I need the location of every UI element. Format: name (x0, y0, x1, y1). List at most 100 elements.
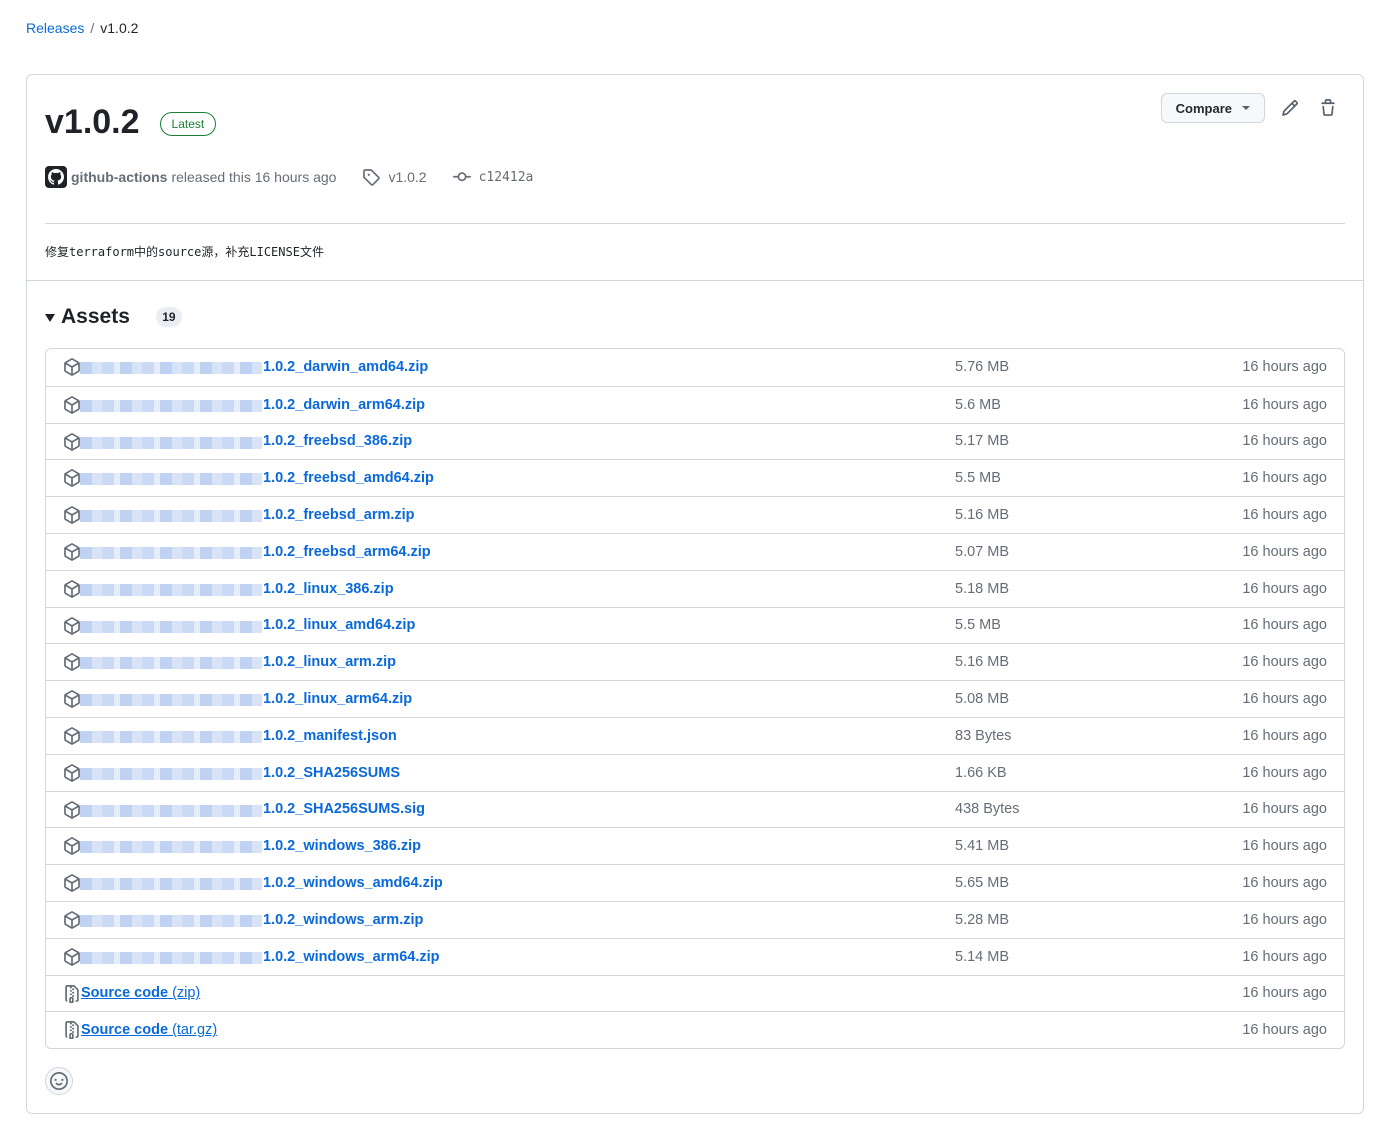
asset-download-link[interactable]: 1.0.2_freebsd_386.zip (263, 433, 412, 449)
triangle-down-icon (45, 314, 55, 322)
add-reaction-button[interactable] (45, 1067, 73, 1095)
asset-row: 1.0.2_SHA256SUMS.sig 438 Bytes 16 hours ag… (46, 790, 1344, 828)
source-format: (zip) (172, 985, 201, 1002)
smiley-icon (50, 1072, 68, 1090)
redacted-prefix (80, 546, 262, 559)
source-download-link[interactable]: Source code (tar.gz) (81, 1022, 217, 1038)
file-zip-icon (65, 984, 79, 1003)
asset-time: 16 hours ago (1242, 985, 1327, 1002)
source-format: (tar.gz) (172, 1022, 218, 1039)
asset-download-link[interactable]: 1.0.2_manifest.json (263, 728, 397, 744)
asset-download-link[interactable]: 1.0.2_freebsd_arm64.zip (263, 544, 431, 560)
release-title[interactable]: v1.0.2 (45, 101, 140, 143)
asset-download-link[interactable]: 1.0.2_linux_amd64.zip (263, 617, 415, 633)
tag-icon (363, 169, 381, 186)
breadcrumb-current: v1.0.2 (100, 20, 139, 36)
source-row: Source code (zip) 16 hours ago (46, 974, 1344, 1012)
package-icon (64, 432, 80, 451)
release-card: v1.0.2 Latest Compare github-actions rel… (26, 74, 1364, 1114)
release-tag[interactable]: v1.0.2 (362, 168, 427, 186)
asset-download-link[interactable]: 1.0.2_freebsd_arm.zip (263, 507, 415, 523)
redacted-prefix (80, 657, 262, 670)
asset-size: 5.5 MB (955, 470, 1001, 487)
source-label: Source code (81, 985, 169, 1002)
git-commit-icon (452, 172, 471, 182)
package-icon (64, 358, 80, 376)
asset-row: 1.0.2_windows_arm64.zip 5.14 MB 16 hours a… (46, 937, 1344, 975)
asset-download-link[interactable]: 1.0.2_linux_arm.zip (263, 654, 396, 670)
asset-download-link[interactable]: 1.0.2_windows_arm.zip (263, 912, 423, 928)
edit-release-button[interactable] (1277, 95, 1303, 121)
asset-row: 1.0.2_linux_386.zip 5.18 MB 16 hours ago (46, 569, 1344, 607)
asset-row: 1.0.2_darwin_amd64.zip 5.76 MB 16 hours ag… (46, 349, 1344, 386)
asset-size: 1.66 KB (955, 764, 1007, 781)
asset-size: 5.07 MB (955, 543, 1009, 560)
asset-size: 83 Bytes (955, 727, 1012, 744)
package-icon (64, 653, 80, 672)
asset-size: 5.28 MB (955, 911, 1009, 928)
asset-time: 16 hours ago (1242, 654, 1327, 671)
avatar[interactable] (45, 166, 67, 188)
redacted-prefix (80, 436, 262, 449)
asset-size: 5.17 MB (955, 433, 1009, 450)
pencil-icon (1282, 100, 1298, 116)
asset-row: 1.0.2_linux_arm64.zip 5.08 MB 16 hours ago (46, 680, 1344, 717)
asset-row: 1.0.2_windows_386.zip 5.41 MB 16 hours ago (46, 827, 1344, 864)
source-row: Source code (tar.gz) 16 hours ago (46, 1011, 1344, 1048)
redacted-prefix (80, 767, 262, 780)
redacted-prefix (80, 399, 262, 412)
asset-download-link[interactable]: 1.0.2_SHA256SUMS (263, 765, 400, 781)
package-icon (64, 616, 80, 635)
file-zip-icon (65, 1021, 79, 1040)
package-icon (64, 727, 80, 745)
asset-list: 1.0.2_darwin_amd64.zip 5.76 MB 16 hours ag… (45, 348, 1345, 1050)
package-icon (64, 543, 80, 561)
asset-size: 5.76 MB (955, 359, 1009, 376)
package-icon (64, 690, 80, 708)
package-icon (64, 800, 80, 819)
asset-download-link[interactable]: 1.0.2_linux_arm64.zip (263, 691, 412, 707)
delete-release-button[interactable] (1315, 95, 1341, 121)
asset-row: 1.0.2_windows_arm.zip 5.28 MB 16 hours ago (46, 900, 1344, 938)
assets-title: Assets (61, 305, 130, 328)
assets-divider (27, 280, 1363, 281)
redacted-prefix (80, 804, 262, 817)
asset-row: 1.0.2_freebsd_386.zip 5.17 MB 16 hours ago (46, 422, 1344, 460)
asset-time: 16 hours ago (1242, 617, 1327, 634)
asset-time: 16 hours ago (1242, 433, 1327, 450)
compare-button[interactable]: Compare (1160, 93, 1265, 123)
asset-download-link[interactable]: 1.0.2_darwin_amd64.zip (263, 359, 428, 375)
asset-size: 5.14 MB (955, 948, 1009, 965)
asset-download-link[interactable]: 1.0.2_windows_amd64.zip (263, 875, 443, 891)
asset-download-link[interactable]: 1.0.2_SHA256SUMS.sig (263, 801, 425, 817)
asset-time: 16 hours ago (1242, 543, 1327, 560)
release-author[interactable]: github-actions (71, 169, 167, 185)
release-tag-label: v1.0.2 (388, 169, 427, 185)
redacted-prefix (80, 510, 262, 523)
package-icon (64, 506, 80, 525)
asset-download-link[interactable]: 1.0.2_darwin_arm64.zip (263, 397, 425, 413)
asset-download-link[interactable]: 1.0.2_windows_arm64.zip (263, 949, 440, 965)
redacted-prefix (80, 694, 262, 707)
redacted-prefix (80, 620, 262, 633)
breadcrumb-releases-link[interactable]: Releases (26, 18, 84, 38)
asset-time: 16 hours ago (1242, 838, 1327, 855)
asset-row: 1.0.2_freebsd_arm.zip 5.16 MB 16 hours ago (46, 496, 1344, 533)
asset-row: 1.0.2_freebsd_amd64.zip 5.5 MB 16 hours ag… (46, 459, 1344, 496)
assets-toggle[interactable]: Assets 19 (45, 303, 182, 331)
asset-row: 1.0.2_manifest.json 83 Bytes 16 hours ago (46, 716, 1344, 754)
redacted-prefix (80, 473, 262, 486)
latest-badge: Latest (159, 112, 217, 136)
package-icon (64, 395, 80, 414)
asset-download-link[interactable]: 1.0.2_freebsd_amd64.zip (263, 470, 434, 486)
asset-download-link[interactable]: 1.0.2_linux_386.zip (263, 581, 394, 597)
asset-row: 1.0.2_freebsd_arm64.zip 5.07 MB 16 hours a… (46, 532, 1344, 570)
breadcrumb-separator: / (90, 20, 95, 36)
breadcrumb: Releases / v1.0.2 (26, 18, 138, 38)
asset-time: 16 hours ago (1242, 359, 1327, 376)
source-download-link[interactable]: Source code (zip) (81, 985, 200, 1001)
release-commit[interactable]: c12412a (452, 168, 533, 186)
asset-time: 16 hours ago (1242, 875, 1327, 892)
asset-size: 5.16 MB (955, 507, 1009, 524)
asset-download-link[interactable]: 1.0.2_windows_386.zip (263, 838, 421, 854)
